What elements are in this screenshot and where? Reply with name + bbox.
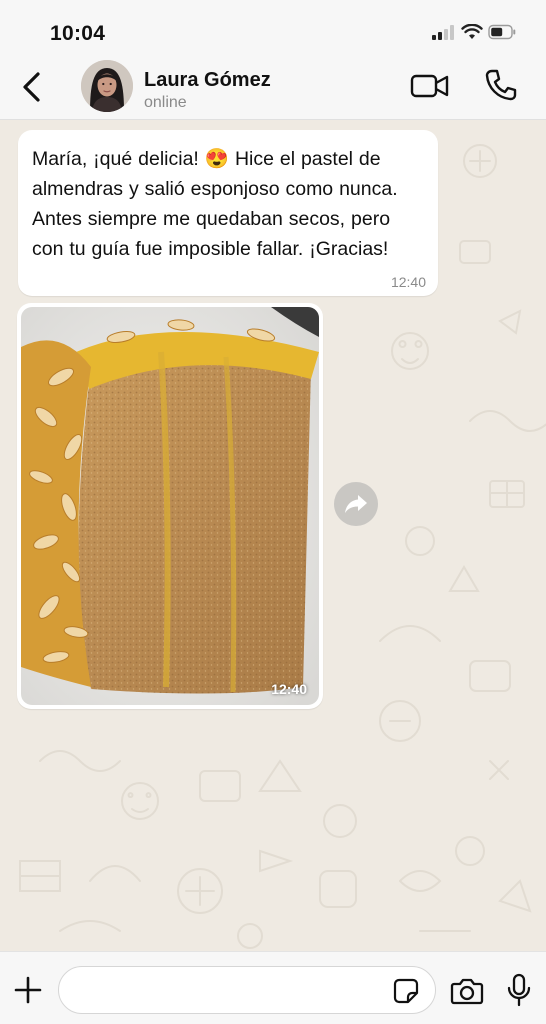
camera-icon[interactable]	[450, 977, 484, 1005]
contact-status: online	[144, 94, 187, 111]
message-input[interactable]	[58, 966, 436, 1014]
image-time: 12:40	[271, 681, 307, 697]
status-bar: 10:04	[0, 0, 546, 58]
message-text: María, ¡qué delicia! 😍 Hice el pastel de…	[32, 148, 398, 260]
wifi-icon	[461, 24, 483, 39]
avatar[interactable]	[81, 60, 133, 112]
sticker-icon[interactable]	[393, 978, 419, 1004]
input-bar	[0, 951, 546, 1024]
message-time: 12:40	[390, 274, 426, 290]
video-camera-icon[interactable]	[410, 72, 450, 100]
forward-arrow-icon	[345, 495, 367, 513]
status-time: 10:04	[50, 22, 106, 45]
message-bubble[interactable]: María, ¡qué delicia! 😍 Hice el pastel de…	[18, 130, 438, 296]
back-arrow-icon[interactable]	[18, 70, 44, 104]
chat-header: Laura Gómez online	[0, 58, 546, 120]
chat-area[interactable]: María, ¡qué delicia! 😍 Hice el pastel de…	[0, 121, 546, 951]
cake-photo[interactable]: 12:40	[21, 307, 319, 705]
contact-name[interactable]: Laura Gómez	[144, 69, 271, 92]
image-message-bubble[interactable]: 12:40	[17, 303, 323, 709]
forward-button[interactable]	[334, 482, 378, 526]
plus-icon[interactable]	[14, 976, 42, 1004]
battery-icon	[488, 24, 516, 40]
cellular-signal-icon	[432, 24, 458, 40]
phone-icon[interactable]	[484, 68, 518, 102]
microphone-icon[interactable]	[506, 973, 532, 1007]
